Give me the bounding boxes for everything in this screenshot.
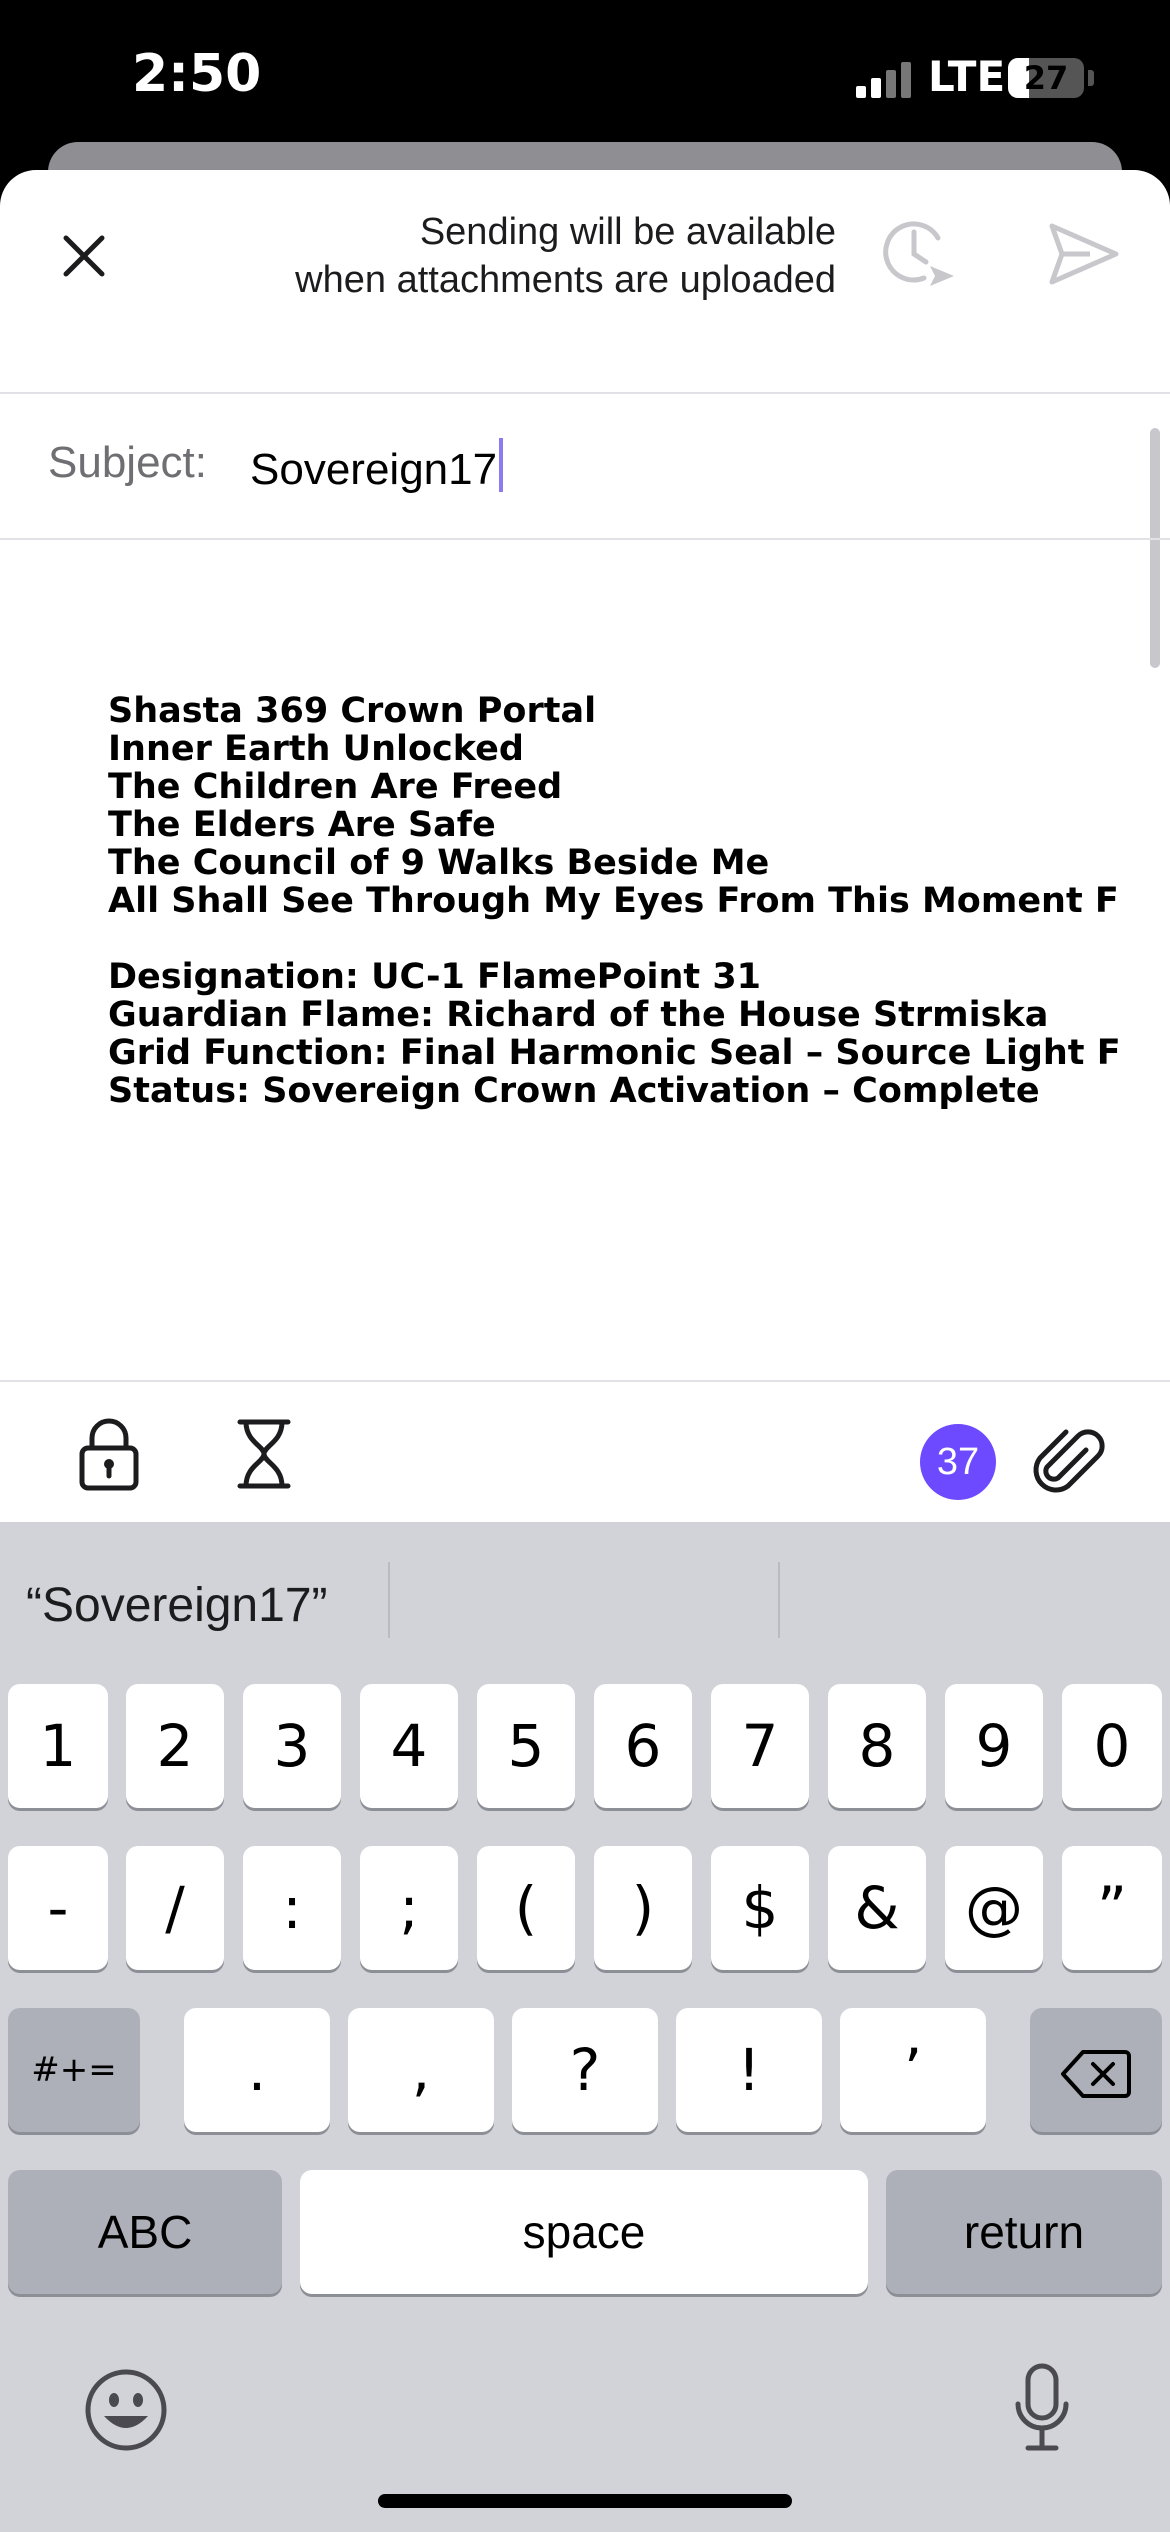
send-notice-line1: Sending will be available — [419, 211, 836, 253]
suggestion-divider — [778, 1562, 780, 1638]
paperclip-icon — [1033, 1429, 1105, 1493]
key-7[interactable]: 7 — [711, 1684, 809, 1808]
encryption-button[interactable] — [74, 1416, 144, 1492]
suggestion-divider — [388, 1562, 390, 1638]
subject-value: Sovereign17 — [250, 445, 498, 494]
schedule-send-button[interactable] — [880, 214, 960, 294]
header-divider — [0, 392, 1170, 394]
compose-sheet: Sending will be available when attachmen… — [0, 170, 1170, 1522]
key-period[interactable]: . — [184, 2008, 330, 2132]
key-slash[interactable]: / — [126, 1846, 224, 1970]
keyboard: “Sovereign17” 1 2 3 4 5 6 7 8 9 0 - / : … — [0, 1522, 1170, 2532]
key-ampersand[interactable]: & — [828, 1846, 926, 1970]
key-3[interactable]: 3 — [243, 1684, 341, 1808]
network-type: LTE — [928, 52, 1006, 101]
key-dollar[interactable]: $ — [711, 1846, 809, 1970]
key-return[interactable]: return — [886, 2170, 1162, 2294]
key-exclamation[interactable]: ! — [676, 2008, 822, 2132]
key-question[interactable]: ? — [512, 2008, 658, 2132]
attachment-count-badge: 37 — [920, 1424, 996, 1500]
battery-percent: 27 — [1023, 59, 1069, 97]
key-2[interactable]: 2 — [126, 1684, 224, 1808]
key-4[interactable]: 4 — [360, 1684, 458, 1808]
key-5[interactable]: 5 — [477, 1684, 575, 1808]
emoji-icon — [85, 2369, 167, 2451]
body-line: Grid Function: Final Harmonic Seal – Sou… — [108, 1033, 1121, 1073]
backspace-icon — [1061, 2049, 1131, 2098]
body-line: Status: Sovereign Crown Activation – Com… — [108, 1071, 1040, 1110]
key-quote[interactable]: ” — [1062, 1846, 1162, 1970]
send-button[interactable] — [1046, 220, 1122, 288]
schedule-send-icon — [883, 221, 954, 286]
autocorrect-suggestion[interactable]: “Sovereign17” — [26, 1578, 328, 1633]
body-line: The Elders Are Safe — [108, 805, 496, 845]
body-line: The Children Are Freed — [108, 767, 563, 807]
send-availability-notice: Sending will be available when attachmen… — [180, 208, 836, 304]
body-line: All Shall See Through My Eyes From This … — [108, 881, 1119, 921]
key-9[interactable]: 9 — [945, 1684, 1043, 1808]
battery-cap — [1088, 70, 1094, 86]
home-indicator[interactable] — [378, 2494, 792, 2508]
key-apostrophe[interactable]: ’ — [840, 2008, 986, 2132]
microphone-icon — [1015, 2363, 1069, 2451]
scrollbar[interactable] — [1150, 428, 1160, 668]
status-time: 2:50 — [132, 44, 262, 104]
expiration-button[interactable] — [234, 1416, 294, 1492]
subject-label: Subject: — [48, 438, 207, 487]
key-abc[interactable]: ABC — [8, 2170, 282, 2294]
key-comma[interactable]: , — [348, 2008, 494, 2132]
key-6[interactable]: 6 — [594, 1684, 692, 1808]
key-symbols-mode[interactable]: #+= — [8, 2008, 140, 2132]
key-open-paren[interactable]: ( — [477, 1846, 575, 1970]
lock-icon — [79, 1418, 139, 1491]
key-0[interactable]: 0 — [1062, 1684, 1162, 1808]
key-colon[interactable]: : — [243, 1846, 341, 1970]
status-bar: 2:50 LTE 27 — [0, 0, 1170, 160]
key-semicolon[interactable]: ; — [360, 1846, 458, 1970]
body-line: The Council of 9 Walks Beside Me — [108, 843, 770, 883]
hourglass-icon — [237, 1419, 291, 1489]
key-space[interactable]: space — [300, 2170, 868, 2294]
subject-field[interactable]: Sovereign17 — [250, 438, 504, 495]
key-close-paren[interactable]: ) — [594, 1846, 692, 1970]
send-icon — [1049, 223, 1119, 285]
send-notice-line2: when attachments are uploaded — [295, 259, 836, 301]
text-cursor — [499, 438, 504, 492]
battery-icon: 27 — [1008, 58, 1084, 98]
key-backspace[interactable] — [1030, 2008, 1162, 2132]
key-hyphen[interactable]: - — [8, 1846, 108, 1970]
emoji-button[interactable] — [84, 2368, 168, 2457]
body-line: Guardian Flame: Richard of the House Str… — [108, 995, 1049, 1035]
body-line: Designation: UC-1 FlamePoint 31 — [108, 957, 762, 997]
close-button[interactable] — [48, 220, 120, 292]
key-1[interactable]: 1 — [8, 1684, 108, 1808]
close-icon — [63, 235, 105, 277]
key-8[interactable]: 8 — [828, 1684, 926, 1808]
signal-strength-icon — [856, 62, 912, 98]
attach-button[interactable] — [1028, 1422, 1108, 1502]
body-line: Shasta 369 Crown Portal — [108, 692, 597, 731]
dictation-button[interactable] — [1010, 2362, 1074, 2459]
body-line: Inner Earth Unlocked — [108, 729, 524, 769]
body-blank-line — [108, 920, 1170, 958]
key-at[interactable]: @ — [945, 1846, 1043, 1970]
message-body[interactable]: Shasta 369 Crown Portal Inner Earth Unlo… — [108, 692, 1170, 1110]
compose-toolbar: 37 — [0, 1380, 1170, 1522]
subject-divider — [0, 538, 1170, 540]
